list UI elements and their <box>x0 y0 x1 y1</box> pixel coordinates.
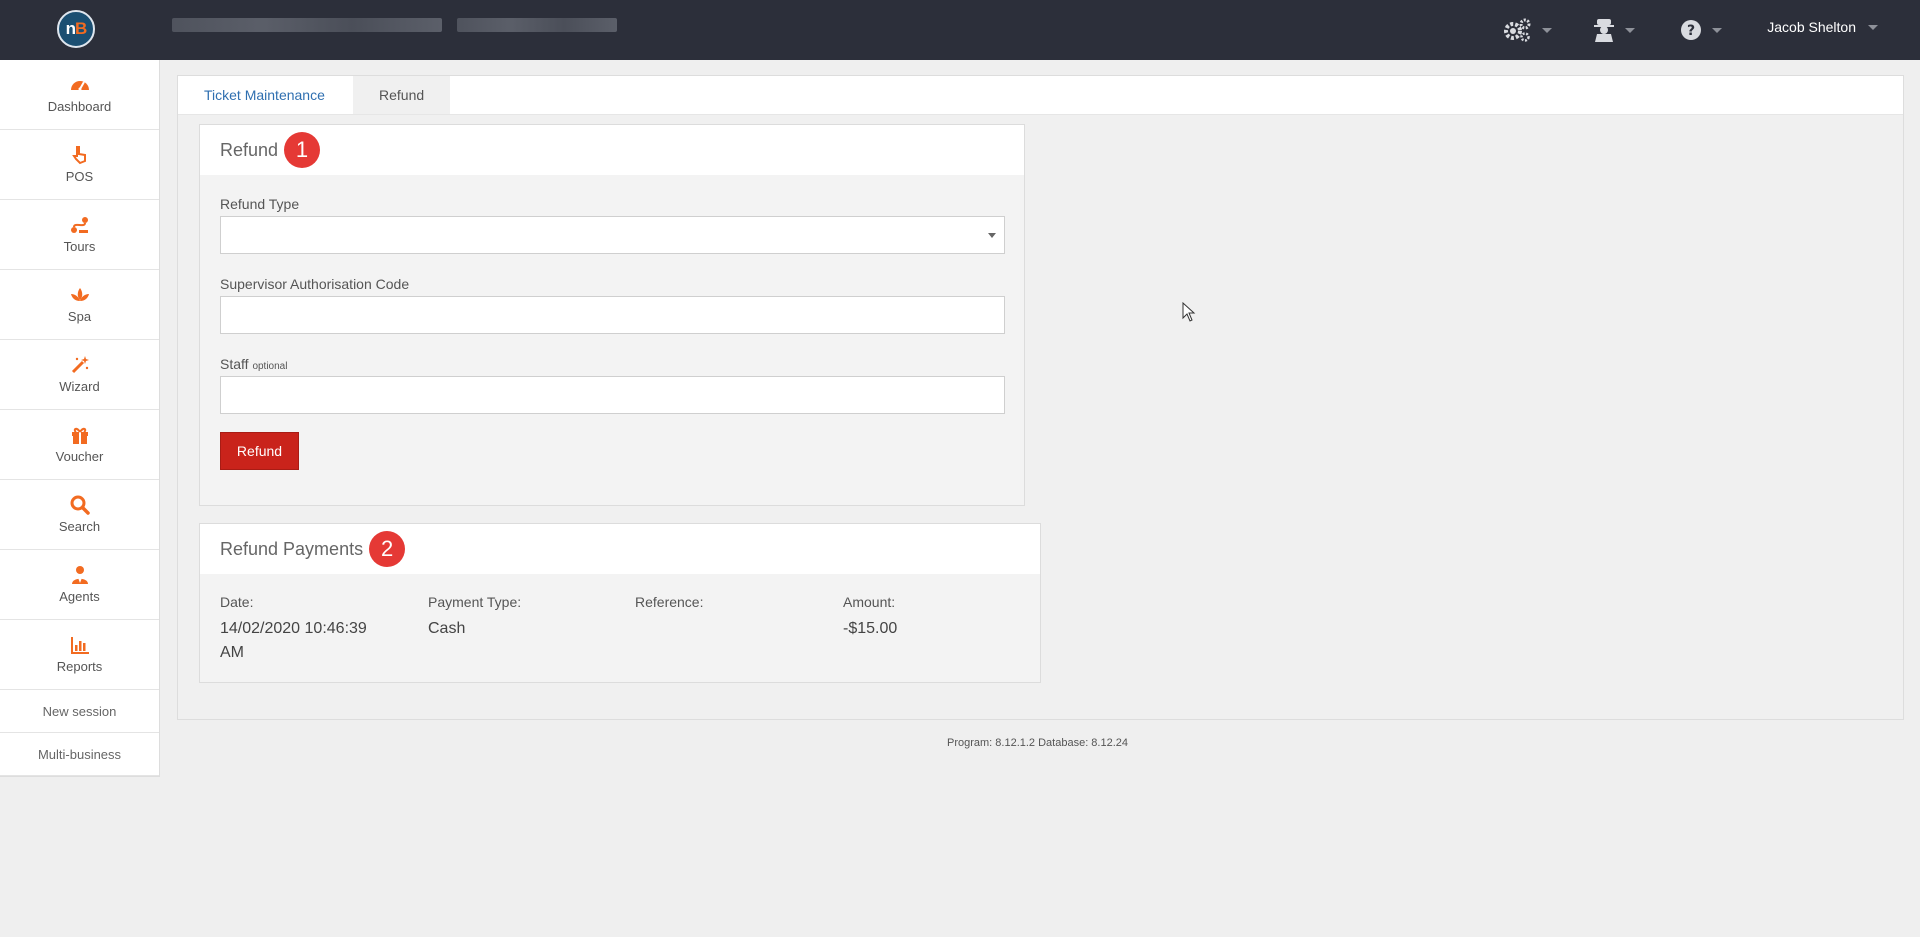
sidebar-link-new-session[interactable]: New session <box>0 690 159 733</box>
staff-optional-hint: optional <box>252 361 288 372</box>
supervisor-code-label: Supervisor Authorisation Code <box>220 276 410 292</box>
refund-card-title: Refund <box>220 139 279 160</box>
redacted-business-name <box>172 18 442 32</box>
refund-type-label: Refund Type <box>220 196 300 212</box>
payment-date-label: Date: <box>220 594 254 610</box>
svg-text:?: ? <box>1687 23 1695 39</box>
tab-refund[interactable]: Refund <box>353 76 451 114</box>
sidebar-item-agents[interactable]: Agents <box>0 550 159 620</box>
magic-wand-icon <box>71 356 89 374</box>
help-icon: ? <box>1681 20 1701 40</box>
staff-input[interactable] <box>220 376 1005 414</box>
route-icon <box>70 217 88 233</box>
refund-card-header: Refund 1 <box>200 125 1024 175</box>
refund-payments-header: Refund Payments 2 <box>200 524 1040 574</box>
sidebar-item-label: Agents <box>59 589 100 604</box>
user-menu[interactable]: Jacob Shelton <box>1767 19 1878 35</box>
top-bar: nB ? Jacob Shelton <box>0 0 1920 60</box>
chevron-down-icon <box>988 233 996 238</box>
user-tie-icon <box>71 566 88 584</box>
chevron-down-icon <box>1868 24 1878 30</box>
agent-icon <box>1594 19 1614 42</box>
step-badge: 1 <box>284 132 321 168</box>
redacted-location <box>457 18 617 32</box>
dashboard-icon <box>70 81 89 91</box>
mouse-cursor-icon <box>1182 302 1196 322</box>
payment-reference-column: Reference: <box>635 594 800 617</box>
payment-reference-label: Reference: <box>635 594 704 610</box>
chevron-down-icon <box>1712 27 1722 33</box>
tab-bar: Ticket Maintenance Refund <box>178 76 1903 115</box>
payment-type-label: Payment Type: <box>428 594 522 610</box>
sidebar-item-dashboard[interactable]: Dashboard <box>0 60 159 130</box>
pointer-hand-icon <box>71 146 86 165</box>
payment-type-value: Cash <box>428 620 466 637</box>
sidebar-item-voucher[interactable]: Voucher <box>0 410 159 480</box>
search-icon <box>70 495 90 515</box>
sidebar-item-label: Reports <box>56 659 103 674</box>
chevron-down-icon <box>1542 27 1552 33</box>
sidebar-item-label: POS <box>65 169 94 184</box>
sidebar-item-wizard[interactable]: Wizard <box>0 340 159 410</box>
agent-menu[interactable] <box>1593 16 1635 44</box>
staff-label: Staff optional <box>220 356 287 372</box>
payment-date-column: Date: 14/02/2020 10:46:39 AM <box>220 594 385 665</box>
sidebar-item-search[interactable]: Search <box>0 480 159 550</box>
sidebar-item-label: Dashboard <box>47 99 112 114</box>
refund-payments-card: Refund Payments 2 Date: 14/02/2020 10:46… <box>199 523 1041 683</box>
sidebar-item-label: Wizard <box>59 379 100 394</box>
supervisor-code-input[interactable] <box>220 296 1005 334</box>
payment-amount-column: Amount: -$15.00 <box>843 594 1008 641</box>
payment-amount-label: Amount: <box>843 594 896 610</box>
refund-payments-title: Refund Payments <box>220 538 364 559</box>
help-menu[interactable]: ? <box>1680 16 1722 44</box>
sidebar-item-tours[interactable]: Tours <box>0 200 159 270</box>
settings-menu[interactable] <box>1502 16 1552 44</box>
step-badge: 2 <box>369 531 406 567</box>
sidebar-item-spa[interactable]: Spa <box>0 270 159 340</box>
user-name: Jacob Shelton <box>1767 19 1856 35</box>
version-footer: Program: 8.12.1.2 Database: 8.12.24 <box>947 737 1129 749</box>
refund-button[interactable]: Refund <box>220 432 299 470</box>
gift-icon <box>71 427 88 444</box>
sidebar-item-pos[interactable]: POS <box>0 130 159 200</box>
payment-date-value: 14/02/2020 10:46:39 AM <box>220 620 367 661</box>
payment-amount-value: -$15.00 <box>843 620 898 637</box>
sidebar-item-reports[interactable]: Reports <box>0 620 159 690</box>
refund-card: Refund 1 Refund Type Supervisor Authoris… <box>199 124 1025 506</box>
app-logo[interactable]: nB <box>57 10 95 48</box>
tab-ticket-maintenance[interactable]: Ticket Maintenance <box>178 76 351 114</box>
payment-type-column: Payment Type: Cash <box>428 594 593 641</box>
sidebar-link-multi-business[interactable]: Multi-business <box>0 733 159 776</box>
refund-type-select[interactable] <box>220 216 1005 254</box>
sidebar-item-label: Tours <box>63 239 96 254</box>
sidebar-item-label: Voucher <box>55 449 104 464</box>
lotus-icon <box>70 288 89 301</box>
sidebar-item-label: Search <box>58 519 101 534</box>
staff-label-text: Staff <box>220 356 249 372</box>
bar-chart-icon <box>70 637 89 654</box>
main-panel: Ticket Maintenance Refund Refund 1 Refun… <box>177 75 1904 720</box>
cogs-icon <box>1504 18 1531 42</box>
chevron-down-icon <box>1625 27 1635 33</box>
sidebar-item-label: Spa <box>67 309 92 324</box>
sidebar: Dashboard POS Tours Spa Wizard Voucher S… <box>0 60 160 777</box>
